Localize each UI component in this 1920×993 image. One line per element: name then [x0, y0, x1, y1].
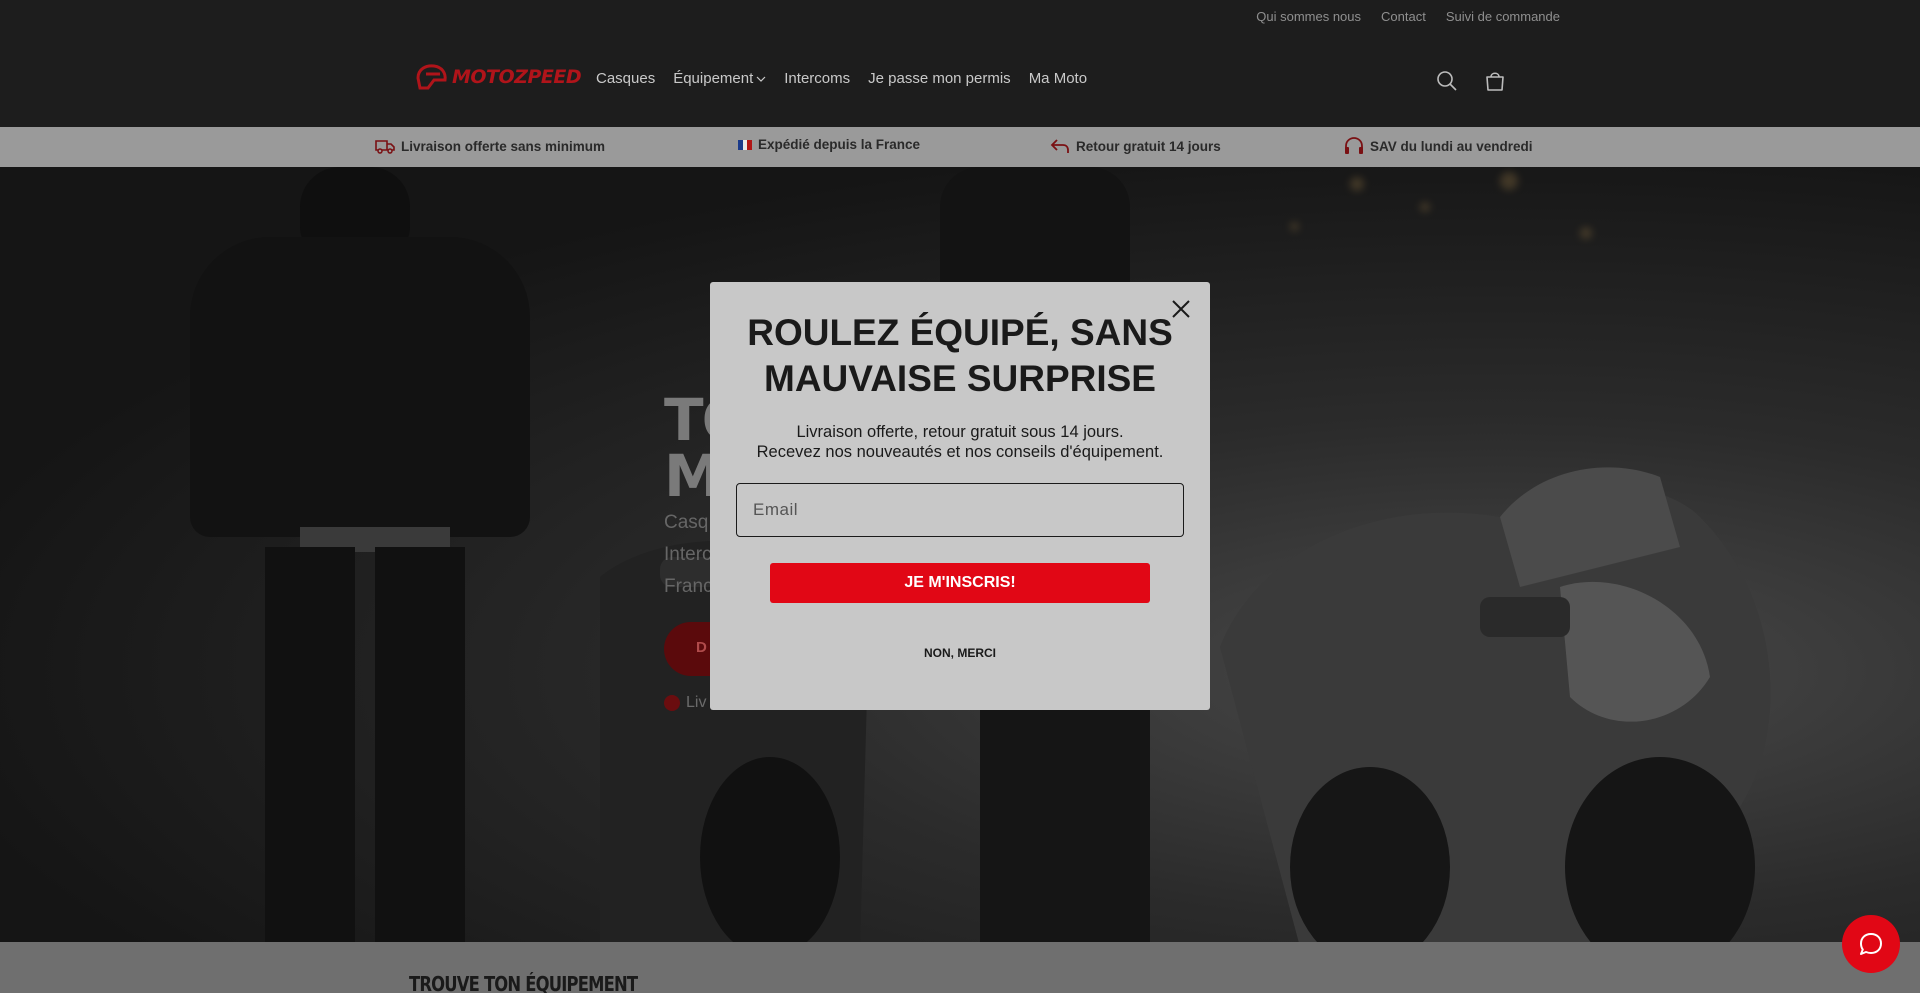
rider-left-leg [265, 547, 355, 942]
benefit-text: Retour gratuit 14 jours [1076, 138, 1221, 154]
rider-left-torso [190, 237, 530, 537]
subscribe-button[interactable]: JE M'INSCRIS! [770, 563, 1150, 603]
cart-icon[interactable] [1482, 68, 1508, 94]
search-icon[interactable] [1434, 68, 1460, 94]
hero-subtitle-line: Interc [664, 544, 712, 565]
bokeh-light [1290, 222, 1299, 231]
helmet-logo-icon [416, 64, 447, 90]
benefit-text: Expédié depuis la France [758, 137, 921, 152]
benefit-customer-service: SAV du lundi au vendredi [1344, 137, 1533, 155]
nav-label: Casques [596, 70, 656, 87]
popup-title-line: MAUVAISE SURPRISE [764, 358, 1156, 399]
bokeh-light [1580, 227, 1592, 239]
hero-subtitle: Casq Interc Franc [664, 507, 713, 603]
header-actions [1434, 68, 1508, 94]
bokeh-light [1420, 202, 1430, 212]
nav-item-equipement[interactable]: Équipement [673, 70, 766, 87]
headset-icon [1345, 137, 1363, 154]
email-field[interactable] [736, 483, 1184, 537]
motorcycle-image [1220, 467, 1771, 942]
truck-icon [664, 695, 680, 711]
benefit-shipped-from-france: Expédié depuis la France [738, 137, 920, 152]
chat-bubble-icon [1860, 933, 1882, 955]
bokeh-light [1350, 177, 1364, 191]
chat-button[interactable] [1842, 915, 1900, 973]
section-title: TROUVE TON ÉQUIPEMENT [409, 972, 638, 993]
utility-link-contact[interactable]: Contact [1381, 9, 1426, 24]
chevron-down-icon [756, 76, 766, 82]
utility-link-order-tracking[interactable]: Suivi de commande [1446, 9, 1560, 24]
benefit-free-shipping: Livraison offerte sans minimum [375, 137, 605, 155]
benefit-text: SAV du lundi au vendredi [1370, 138, 1533, 154]
hero-note: Liv [664, 694, 706, 712]
truck-icon [375, 140, 395, 154]
utility-bar: Qui sommes nous Contact Suivi de command… [0, 0, 1920, 34]
nav-item-permis[interactable]: Je passe mon permis [868, 70, 1011, 87]
category-section: TROUVE TON ÉQUIPEMENT [0, 942, 1920, 993]
popup-description-line: Livraison offerte, retour gratuit sous 1… [796, 423, 1124, 441]
benefit-free-returns: Retour gratuit 14 jours [1050, 137, 1221, 155]
benefit-text: Livraison offerte sans minimum [401, 138, 606, 154]
popup-description: Livraison offerte, retour gratuit sous 1… [710, 422, 1210, 462]
nav-item-intercoms[interactable]: Intercoms [784, 70, 850, 87]
french-flag-icon [738, 139, 753, 150]
logo[interactable]: MOTOZPEED [414, 62, 582, 92]
nav-label: Je passe mon permis [868, 70, 1011, 87]
nav-label: Ma Moto [1028, 70, 1088, 87]
nav-label: Équipement [673, 70, 754, 87]
site-header: MOTOZPEED Casques Équipement Intercoms J… [0, 34, 1920, 127]
decline-button[interactable]: NON, MERCI [710, 646, 1210, 660]
newsletter-popup: ROULEZ ÉQUIPÉ, SANS MAUVAISE SURPRISE Li… [710, 282, 1210, 710]
rider-right-leg [375, 547, 465, 942]
popup-description-line: Recevez nos nouveautés et nos conseils d… [756, 443, 1164, 461]
popup-title: ROULEZ ÉQUIPÉ, SANS MAUVAISE SURPRISE [710, 310, 1210, 402]
nav-item-ma-moto[interactable]: Ma Moto [1029, 70, 1087, 87]
utility-link-about[interactable]: Qui sommes nous [1256, 9, 1361, 24]
logo-text: MOTOZPEED [452, 66, 582, 88]
hero-subtitle-line: Franc [664, 576, 713, 597]
popup-title-line: ROULEZ ÉQUIPÉ, SANS [747, 312, 1173, 353]
hero-subtitle-line: Casq [664, 512, 709, 533]
hero-note-text: Liv [686, 694, 707, 711]
benefits-bar: Livraison offerte sans minimum Expédié d… [0, 127, 1920, 167]
bokeh-light [1500, 172, 1518, 190]
main-nav: Casques Équipement Intercoms Je passe mo… [596, 70, 1087, 87]
utility-nav: Qui sommes nous Contact Suivi de command… [1256, 9, 1560, 24]
nav-item-casques[interactable]: Casques [596, 70, 655, 87]
return-arrow-icon [1050, 139, 1069, 153]
nav-label: Intercoms [784, 70, 851, 87]
